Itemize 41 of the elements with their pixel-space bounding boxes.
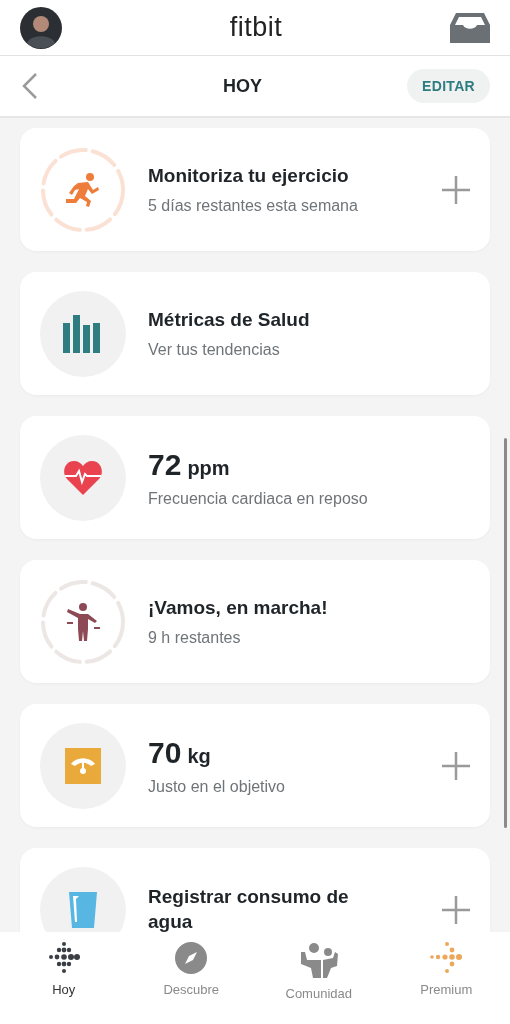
metric-unit: ppm: [187, 456, 230, 480]
add-icon[interactable]: [442, 895, 470, 924]
stretching-figure-icon: [64, 601, 102, 642]
heart-rate-icon: [63, 459, 103, 496]
tile-subtitle: Justo en el objetivo: [148, 777, 286, 796]
app-logo: fitbit: [229, 12, 283, 43]
tile-subtitle: 5 días restantes esta semana: [148, 196, 359, 215]
nav-tab[interactable]: Comunidad: [255, 942, 383, 1024]
tile-card[interactable]: Monitoriza tu ejercicio 5 días restantes esta semana: [20, 128, 490, 251]
tile-subtitle: Ver tus tendencias: [148, 340, 281, 359]
glass-icon: [69, 891, 97, 928]
back-button[interactable]: [22, 73, 38, 99]
compass-icon: [175, 942, 208, 974]
add-icon[interactable]: [442, 175, 470, 204]
scale-icon: [65, 747, 101, 784]
tile-subtitle: 9 h restantes: [148, 628, 242, 647]
edit-button[interactable]: EDITAR: [407, 69, 490, 103]
avatar-icon[interactable]: [20, 6, 62, 49]
tile-card[interactable]: 72 ppm Frecuencia cardiaca en reposo: [20, 416, 490, 539]
dots-logo-icon: [46, 942, 81, 974]
tile-card[interactable]: Métricas de Salud Ver tus tendencias: [20, 272, 490, 395]
group-icon: [298, 942, 339, 978]
nav-tab[interactable]: Premium: [382, 942, 510, 1024]
nav-tab[interactable]: Hoy: [0, 942, 128, 1024]
metric-value: 72: [148, 447, 182, 482]
metric-value: 70: [148, 735, 182, 770]
add-icon[interactable]: [442, 751, 470, 780]
metric-unit: kg: [187, 744, 211, 768]
tile-title: Métricas de Salud: [148, 308, 311, 333]
tile-title: Registrar consumo de agua: [148, 884, 350, 932]
nav-tab[interactable]: Descubre: [127, 942, 255, 1024]
inbox-icon[interactable]: [450, 12, 490, 43]
dots-logo-icon: [428, 942, 465, 974]
tile-subtitle: Frecuencia cardiaca en reposo: [148, 489, 369, 508]
runner-icon: [64, 170, 102, 209]
tile-card[interactable]: ¡Vamos, en marcha! 9 h restantes: [20, 560, 490, 683]
tile-title: ¡Vamos, en marcha!: [148, 596, 329, 621]
tile-title: Monitoriza tu ejercicio: [148, 164, 350, 189]
tile-card[interactable]: Registrar consumo de agua: [20, 848, 490, 932]
page-title: HOY: [223, 75, 263, 97]
tile-card[interactable]: 70 kg Justo en el objetivo: [20, 704, 490, 827]
